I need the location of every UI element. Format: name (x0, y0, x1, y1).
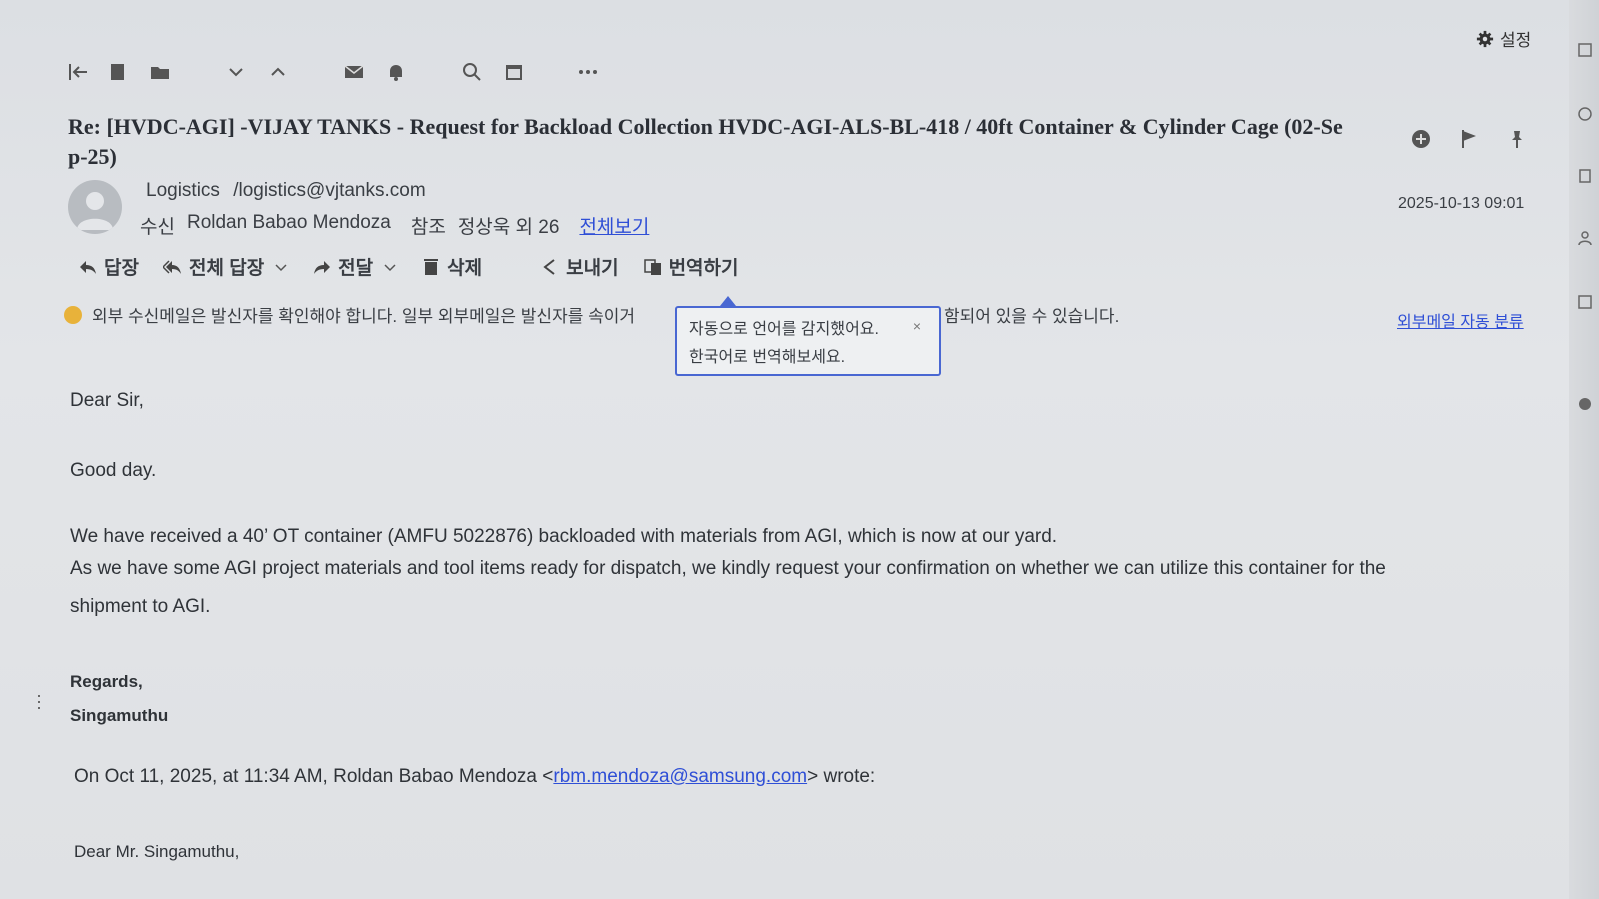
back-to-list-icon[interactable] (66, 60, 90, 84)
quote-email-link[interactable]: rbm.mendoza@samsung.com (553, 766, 807, 787)
person-icon (77, 192, 113, 230)
popup-line-2[interactable]: 한국어로 번역해보세요. (689, 344, 927, 372)
next-icon[interactable] (224, 60, 248, 84)
recipients: 수신 Roldan Babao Mendoza 참조 정상욱 외 26 전체보기 (140, 212, 649, 239)
quote-prefix: On Oct 11, 2025, at 11:34 AM, Roldan Bab… (74, 766, 554, 787)
zoom-icon[interactable] (460, 60, 484, 84)
good-day: Good day. (70, 460, 157, 481)
cc-recipients[interactable]: 정상욱 외 26 (458, 212, 560, 239)
subject-line-2: p-25) (68, 144, 117, 169)
more-options-handle[interactable]: · · · (36, 686, 42, 716)
add-icon[interactable] (1410, 128, 1432, 150)
chevron-down-icon[interactable] (383, 260, 397, 274)
subject-actions (1410, 128, 1528, 150)
globe-icon[interactable] (1577, 396, 1593, 412)
flag-icon[interactable] (1458, 128, 1480, 150)
mail-icon[interactable] (342, 60, 366, 84)
clock-icon[interactable] (1577, 106, 1593, 122)
translate-button[interactable]: 번역하기 (643, 253, 739, 280)
forward-label: 전달 (338, 258, 374, 279)
subject-line-1: Re: [HVDC-AGI] -VIJAY TANKS - Request fo… (68, 114, 1343, 139)
auto-classify-link[interactable]: 외부메일 자동 분류 (1397, 308, 1524, 332)
close-icon[interactable]: × (913, 318, 921, 334)
avatar (68, 180, 122, 234)
settings-button[interactable]: 설정 (1476, 26, 1531, 51)
mail-subject: Re: [HVDC-AGI] -VIJAY TANKS - Request fo… (68, 112, 1378, 172)
translate-icon[interactable] (1577, 294, 1593, 310)
delete-label: 삭제 (447, 258, 483, 279)
body-paragraph-2-cont: shipment to AGI. (70, 596, 211, 617)
forward-icon (314, 260, 331, 274)
gear-icon (1476, 30, 1494, 47)
share-icon (543, 258, 555, 275)
signature: Singamuthu (70, 706, 169, 725)
sender-name: Logistics (146, 180, 220, 201)
body-paragraph-2: As we have some AGI project materials an… (70, 558, 1386, 579)
more-icon[interactable] (576, 60, 600, 84)
bell-icon[interactable] (384, 60, 408, 84)
warning-text-2: 함되어 있을 수 있습니다. (944, 307, 1120, 326)
mail-date: 2025-10-13 09:01 (1398, 195, 1525, 212)
send-button[interactable]: 보내기 (540, 253, 619, 280)
warning-icon (64, 305, 82, 324)
popup-pointer (720, 296, 736, 306)
settings-label: 설정 (1500, 31, 1532, 50)
send-label: 보내기 (566, 258, 619, 279)
greeting: Dear Sir, (70, 390, 144, 411)
warning-text-1: 외부 수신메일은 발신자를 확인해야 합니다. 일부 외부메일은 발신자를 속이… (92, 307, 635, 326)
quote-header: On Oct 11, 2025, at 11:34 AM, Roldan Bab… (74, 766, 875, 788)
pin-icon[interactable] (1506, 128, 1528, 150)
forward-button[interactable]: 전달 (312, 253, 373, 280)
sender[interactable]: Logistics /logistics@vjtanks.com (146, 180, 426, 202)
note-icon[interactable] (1577, 168, 1593, 184)
mail-toolbar (66, 60, 626, 90)
right-sidebar-rail (1569, 0, 1599, 899)
reply-button[interactable]: 답장 (78, 253, 139, 280)
cc-label: 참조 (410, 217, 446, 238)
delete-button[interactable]: 삭제 (421, 253, 482, 280)
view-all-link[interactable]: 전체보기 (579, 212, 649, 239)
reply-all-icon (162, 259, 181, 274)
quoted-greeting: Dear Mr. Singamuthu, (74, 842, 240, 861)
reply-all-button[interactable]: 전체 답장 (162, 253, 265, 280)
user-icon[interactable] (1577, 230, 1593, 246)
copy-icon[interactable] (106, 60, 130, 84)
previous-icon[interactable] (266, 60, 290, 84)
translate-icon (643, 258, 661, 275)
panel-icon[interactable] (1577, 42, 1593, 58)
calendar-icon[interactable] (502, 60, 526, 84)
sender-email: /logistics@vjtanks.com (233, 180, 426, 201)
regards: Regards, (70, 672, 143, 691)
popup-line-1: 자동으로 언어를 감지했어요. (689, 321, 879, 338)
to-recipient[interactable]: Roldan Babao Mendoza (187, 212, 391, 239)
body-paragraph-1: We have received a 40’ OT container (AMF… (70, 526, 1058, 547)
translate-label: 번역하기 (668, 258, 739, 279)
external-mail-warning: 외부 수신메일은 발신자를 확인해야 합니다. 일부 외부메일은 발신자를 속이… (64, 302, 1144, 327)
quote-suffix: > wrote: (807, 766, 876, 787)
to-label: 수신 (140, 217, 175, 238)
chevron-down-icon[interactable] (274, 260, 288, 274)
reply-all-label: 전체 답장 (188, 258, 265, 279)
reply-label: 답장 (104, 258, 139, 279)
translation-popup: 자동으로 언어를 감지했어요. 한국어로 번역해보세요. × (675, 306, 941, 376)
mail-actions: 답장 전체 답장 전달 삭제 보내기 번역하기 (78, 253, 762, 280)
trash-icon (424, 258, 439, 275)
reply-icon (80, 260, 96, 274)
move-folder-icon[interactable] (148, 60, 172, 84)
